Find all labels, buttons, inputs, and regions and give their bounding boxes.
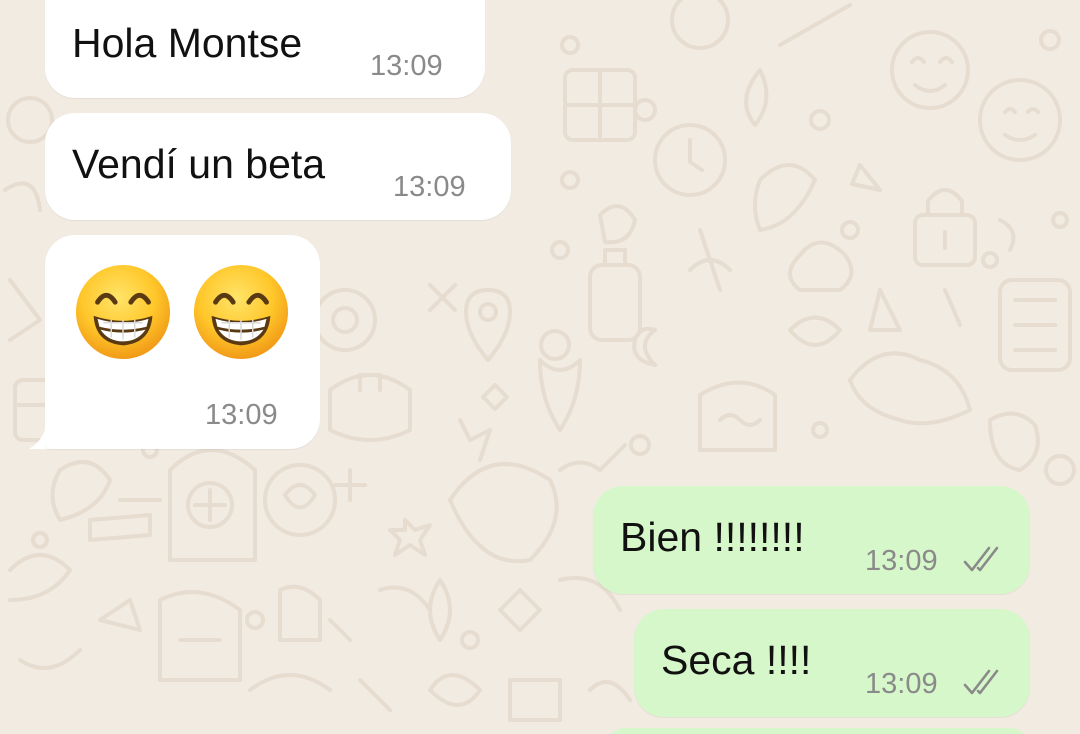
message-text: Bien !!!!!!!! [620, 514, 805, 560]
message-bubble-incoming[interactable]: Hola Montse 13:09 [45, 0, 485, 98]
chat-area[interactable]: Hola Montse 13:09 Vendí un beta 13:09 13… [0, 0, 1080, 734]
message-timestamp: 13:09 [370, 50, 443, 82]
message-bubble-outgoing[interactable]: Bien !!!!!!!! 13:09 [593, 486, 1030, 594]
message-bubble-incoming[interactable]: 13:09 [45, 235, 320, 449]
message-timestamp: 13:09 [865, 668, 938, 700]
message-bubble-outgoing[interactable]: Seca !!!! 13:09 [634, 609, 1030, 717]
message-timestamp: 13:09 [205, 399, 278, 431]
double-check-read-icon [963, 669, 999, 695]
message-timestamp: 13:09 [393, 171, 466, 203]
grinning-face-emoji-icon [193, 264, 289, 360]
message-timestamp: 13:09 [865, 545, 938, 577]
message-text: Vendí un beta [72, 141, 326, 187]
message-text: Hola Montse [72, 20, 303, 66]
grinning-face-emoji-icon [75, 264, 171, 360]
message-text: Seca !!!! [661, 637, 812, 683]
double-check-read-icon [963, 546, 999, 572]
message-bubble-incoming[interactable]: Vendí un beta 13:09 [45, 113, 511, 220]
message-bubble-outgoing-partial[interactable] [605, 728, 1030, 734]
